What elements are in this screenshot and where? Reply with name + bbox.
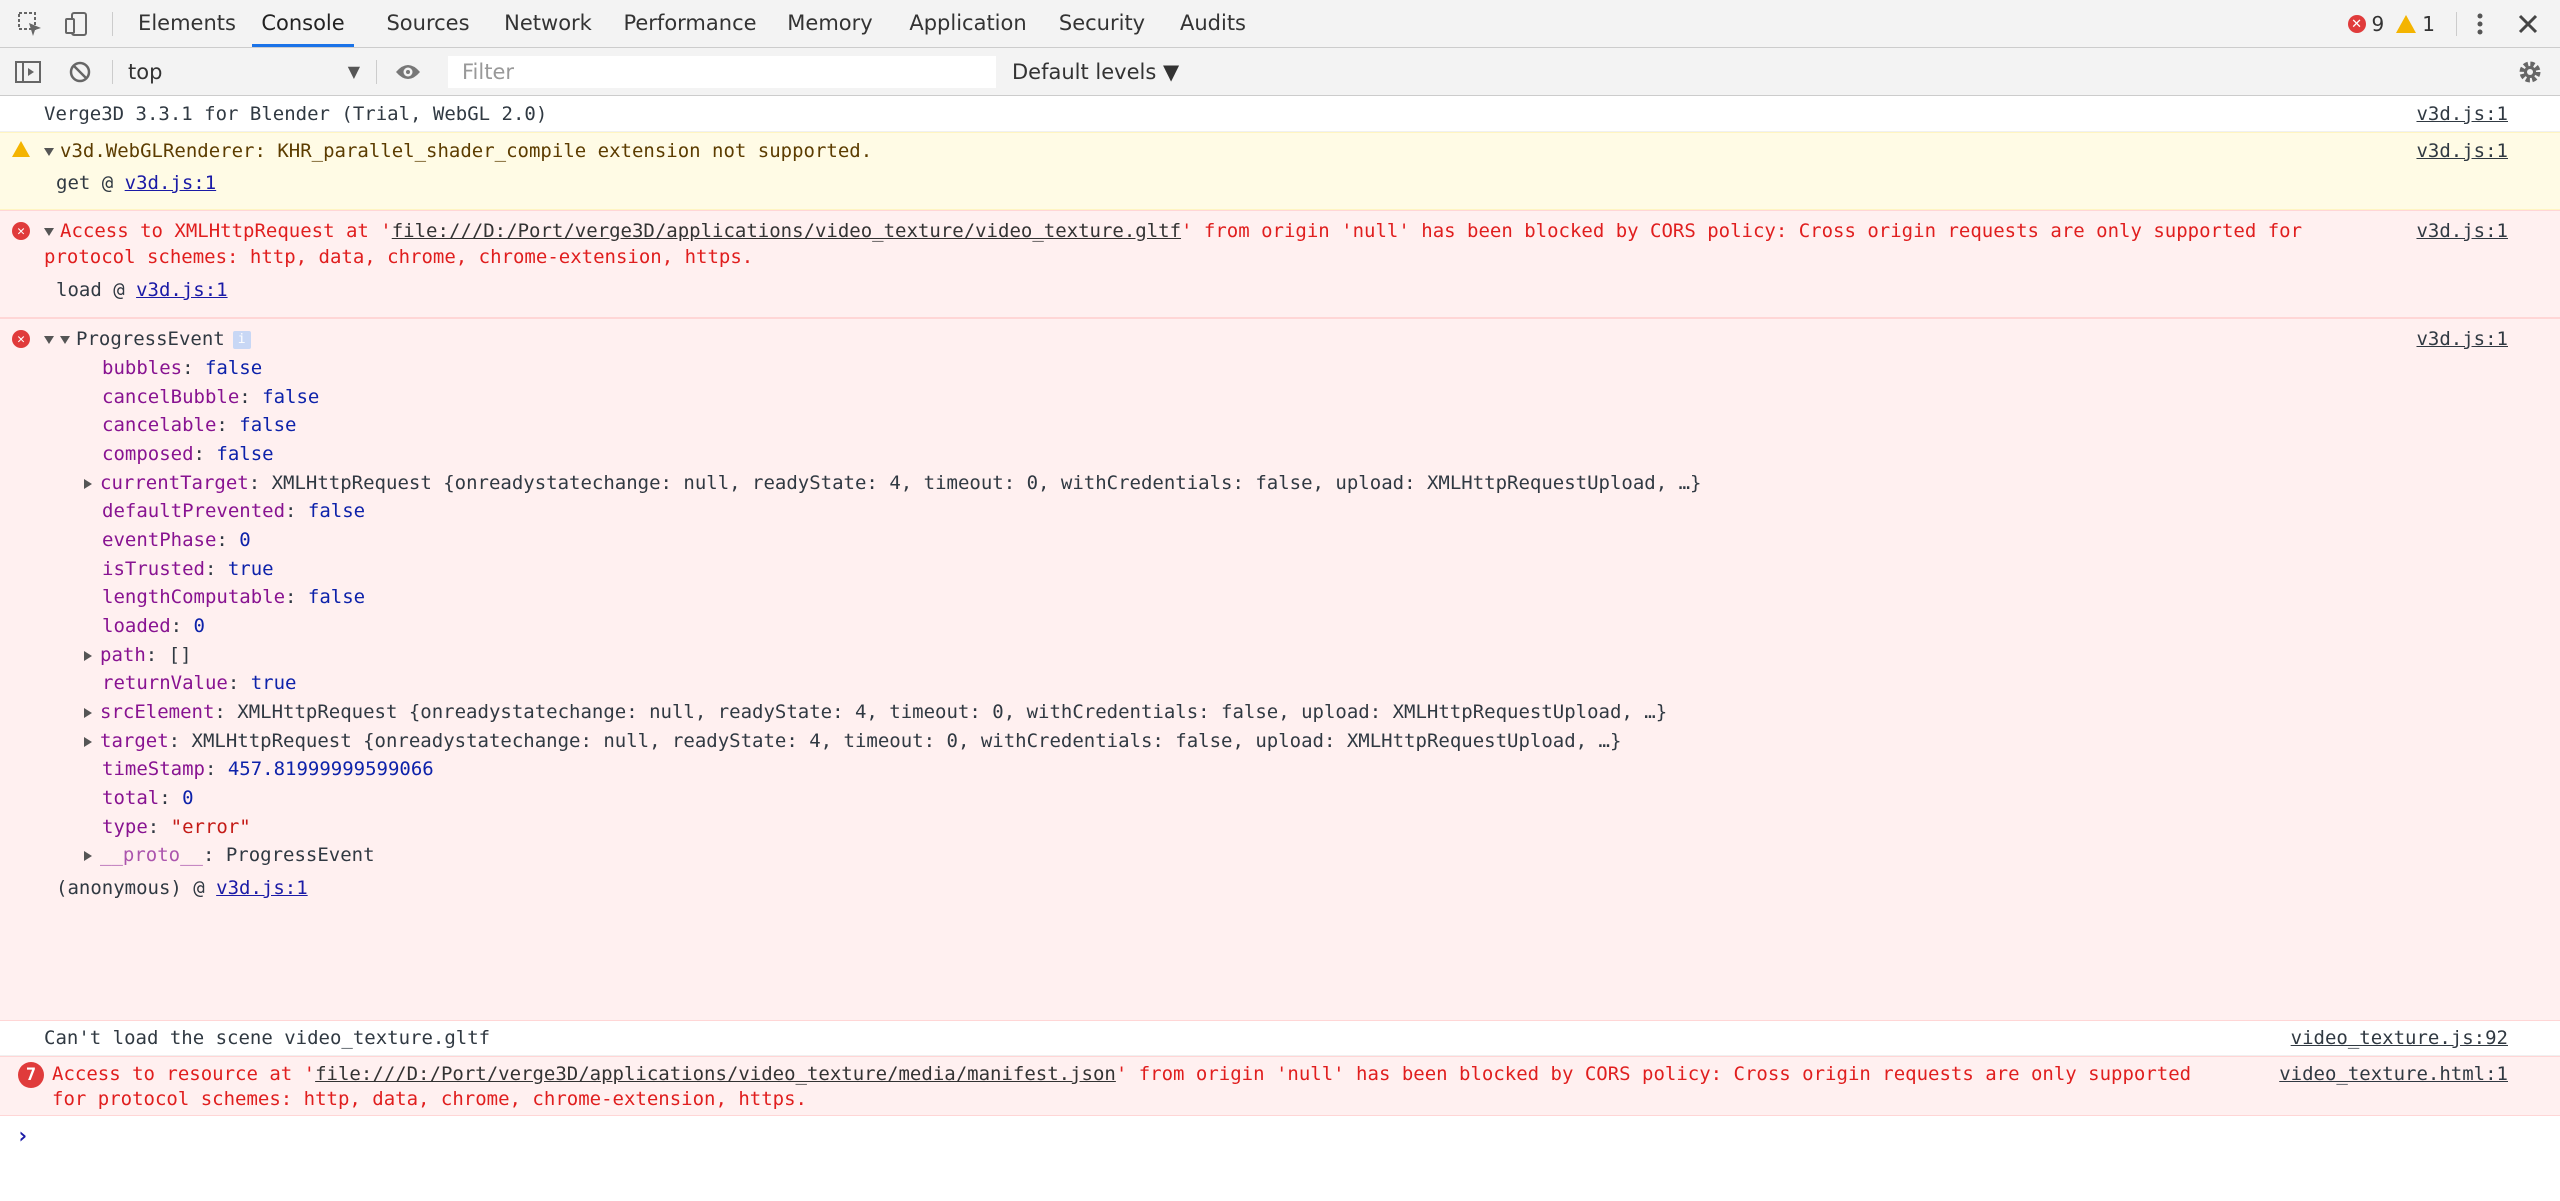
expand-triangle-icon[interactable] — [60, 335, 70, 344]
tab-application[interactable]: Application — [900, 0, 1036, 47]
property-cancelable: cancelable: false — [102, 414, 297, 436]
tab-sources[interactable]: Sources — [378, 0, 478, 47]
message-text-line2: for protocol schemes: http, data, chrome… — [52, 1088, 807, 1110]
console-messages: Verge3D 3.3.1 for Blender (Trial, WebGL … — [0, 96, 2560, 1201]
live-expression-eye-icon[interactable] — [392, 56, 424, 88]
error-count: 9 — [2371, 12, 2385, 36]
tab-console[interactable]: Console — [252, 0, 354, 47]
console-message-warning: v3d.WebGLRenderer: KHR_parallel_shader_c… — [0, 132, 2560, 210]
property-timestamp: timeStamp: 457.81999999599066 — [102, 758, 434, 780]
source-link[interactable]: v3d.js:1 — [2416, 218, 2508, 244]
close-icon[interactable] — [2512, 8, 2544, 40]
settings-gear-icon[interactable] — [2514, 56, 2546, 88]
tab-elements[interactable]: Elements — [130, 0, 244, 47]
expand-triangle-icon[interactable] — [84, 650, 92, 661]
tab-security[interactable]: Security — [1056, 0, 1148, 47]
property-returnvalue: returnValue: true — [102, 672, 297, 694]
expand-triangle-icon[interactable] — [84, 478, 92, 489]
error-icon: ✕ — [2347, 15, 2366, 33]
property-type: type: "error" — [102, 816, 251, 838]
source-link[interactable]: v3d.js:1 — [2416, 326, 2508, 352]
clear-console-icon[interactable] — [64, 56, 96, 88]
show-sidebar-icon[interactable] — [12, 56, 44, 88]
more-options-icon[interactable] — [2464, 8, 2496, 40]
property-loaded: loaded: 0 — [102, 615, 205, 637]
repeat-count-badge: 7 — [18, 1062, 44, 1088]
stack-frame: load @ v3d.js:1 — [56, 279, 228, 301]
warning-count: 1 — [2422, 12, 2435, 36]
property-srcelement[interactable]: srcElement: XMLHttpRequest {onreadystate… — [84, 699, 1667, 725]
expand-triangle-icon[interactable] — [84, 850, 92, 861]
prompt-chevron-icon: › — [16, 1124, 30, 1149]
devtools-tab-bar: Elements Console Sources Network Perform… — [0, 0, 2560, 48]
message-text: Access to resource at 'file:///D:/Port/v… — [52, 1063, 2192, 1085]
warning-icon — [2396, 15, 2417, 33]
tab-network[interactable]: Network — [498, 0, 598, 47]
property-path[interactable]: path: [] — [84, 642, 192, 668]
message-text[interactable]: Access to XMLHttpRequest at 'file:///D:/… — [44, 218, 2302, 244]
property-lengthcomputable: lengthComputable: false — [102, 586, 366, 608]
console-message-error-repeated: 7 Access to resource at 'file:///D:/Port… — [0, 1056, 2560, 1116]
property-eventphase: eventPhase: 0 — [102, 529, 251, 551]
filter-input[interactable] — [448, 56, 996, 88]
property-total: total: 0 — [102, 787, 194, 809]
inspect-element-icon[interactable] — [14, 8, 46, 40]
source-link[interactable]: video_texture.html:1 — [2279, 1061, 2508, 1087]
expand-triangle-icon[interactable] — [44, 335, 54, 344]
console-message-info: Can't load the scene video_texture.gltf … — [0, 1021, 2560, 1056]
info-icon[interactable]: i — [232, 330, 251, 349]
message-text[interactable]: v3d.WebGLRenderer: KHR_parallel_shader_c… — [44, 138, 872, 164]
stack-link[interactable]: v3d.js:1 — [136, 279, 228, 301]
dropdown-arrow-icon: ▼ — [347, 62, 360, 81]
message-text-line2: protocol schemes: http, data, chrome, ch… — [44, 246, 754, 268]
expand-triangle-icon[interactable] — [84, 736, 92, 747]
property-cancelbubble: cancelBubble: false — [102, 386, 320, 408]
warning-icon — [12, 141, 30, 157]
message-text: Verge3D 3.3.1 for Blender (Trial, WebGL … — [44, 103, 548, 125]
toolbar-divider — [2456, 12, 2457, 36]
toolbar-divider — [112, 60, 113, 84]
property-proto[interactable]: __proto__: ProgressEvent — [84, 842, 375, 868]
error-icon: ✕ — [12, 222, 30, 240]
property-composed: composed: false — [102, 443, 274, 465]
property-istrusted: isTrusted: true — [102, 558, 274, 580]
tab-performance[interactable]: Performance — [620, 0, 760, 47]
stack-link[interactable]: v3d.js:1 — [125, 172, 217, 194]
device-toolbar-icon[interactable] — [60, 8, 92, 40]
console-toolbar: top ▼ Default levels ▼ — [0, 48, 2560, 96]
console-message-info: Verge3D 3.3.1 for Blender (Trial, WebGL … — [0, 96, 2560, 132]
stack-frame: (anonymous) @ v3d.js:1 — [56, 877, 308, 899]
message-text: Can't load the scene video_texture.gltf — [44, 1027, 491, 1049]
console-message-error: ✕ Access to XMLHttpRequest at 'file:///D… — [0, 210, 2560, 318]
property-defaultprevented: defaultPrevented: false — [102, 500, 366, 522]
toolbar-divider — [376, 60, 377, 84]
property-target[interactable]: target: XMLHttpRequest {onreadystatechan… — [84, 728, 1621, 754]
file-url-link[interactable]: file:///D:/Port/verge3D/applications/vid… — [315, 1063, 1116, 1085]
tab-audits[interactable]: Audits — [1168, 0, 1258, 47]
toolbar-divider — [112, 12, 113, 36]
property-bubbles: bubbles: false — [102, 357, 263, 379]
source-link[interactable]: v3d.js:1 — [2416, 101, 2508, 127]
property-currenttarget[interactable]: currentTarget: XMLHttpRequest {onreadyst… — [84, 470, 1701, 496]
console-prompt[interactable]: › — [0, 1116, 2560, 1160]
expand-triangle-icon[interactable] — [44, 147, 54, 156]
stack-frame: get @ v3d.js:1 — [56, 172, 217, 194]
issue-counts[interactable]: ✕ 9 1 — [2347, 0, 2435, 48]
expand-triangle-icon[interactable] — [84, 707, 92, 718]
expand-triangle-icon[interactable] — [44, 227, 54, 236]
error-icon: ✕ — [12, 330, 30, 348]
source-link[interactable]: video_texture.js:92 — [2291, 1025, 2508, 1051]
console-message-error-object: ✕ ProgressEvent i v3d.js:1 bubbles: false… — [0, 318, 2560, 1021]
tab-memory[interactable]: Memory — [780, 0, 880, 47]
log-levels-dropdown[interactable]: Default levels ▼ — [1012, 56, 1179, 88]
stack-link[interactable]: v3d.js:1 — [216, 877, 308, 899]
context-selector[interactable]: top ▼ — [128, 56, 364, 88]
file-url-link[interactable]: file:///D:/Port/verge3D/applications/vid… — [392, 220, 1181, 242]
context-selector-value: top — [128, 60, 163, 84]
object-header[interactable]: ProgressEvent i — [44, 326, 251, 352]
source-link[interactable]: v3d.js:1 — [2416, 138, 2508, 164]
